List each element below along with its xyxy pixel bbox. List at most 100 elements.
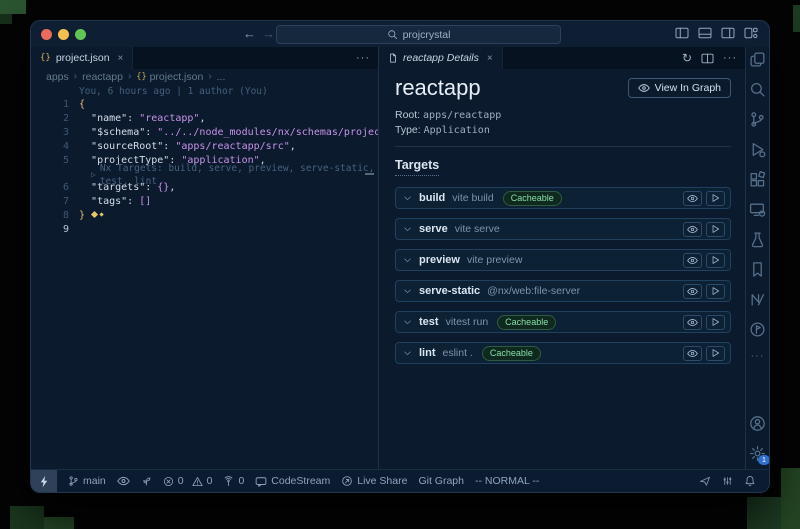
cacheable-badge: Cacheable bbox=[482, 346, 541, 361]
view-target-icon-button[interactable] bbox=[683, 284, 702, 299]
navigate-back-button[interactable]: ← bbox=[243, 26, 256, 42]
view-target-icon-button[interactable] bbox=[683, 346, 702, 361]
project-title: reactapp bbox=[395, 75, 481, 101]
editor-actions-more-icon[interactable]: ··· bbox=[723, 52, 737, 64]
search-icon[interactable] bbox=[749, 81, 766, 98]
code-line[interactable]: 3 "$schema": "../../node_modules/nx/sche… bbox=[31, 126, 378, 140]
git-branch-status[interactable]: main bbox=[68, 475, 106, 487]
nx-targets-codelens[interactable]: ▷Nx Targets: build, serve, preview, serv… bbox=[31, 168, 378, 181]
wallpaper-fragment bbox=[747, 497, 781, 529]
vim-mode-indicator[interactable]: -- NORMAL -- bbox=[475, 475, 539, 487]
errors-icon bbox=[163, 476, 174, 487]
codestream-activity-icon[interactable] bbox=[749, 321, 766, 338]
chevron-down-icon[interactable] bbox=[403, 349, 412, 357]
run-debug-icon[interactable] bbox=[749, 141, 766, 158]
warnings-icon bbox=[192, 476, 203, 487]
view-target-icon-button[interactable] bbox=[683, 253, 702, 268]
breadcrumb-item[interactable]: ... bbox=[217, 71, 226, 83]
feedback-icon[interactable] bbox=[699, 475, 711, 487]
target-row[interactable]: build vite build Cacheable bbox=[395, 187, 731, 209]
code-token: , bbox=[199, 113, 205, 124]
code-line[interactable]: 2 "name": "reactapp", bbox=[31, 112, 378, 126]
codestream-status[interactable]: CodeStream bbox=[255, 475, 330, 487]
toggle-secondary-sidebar-icon[interactable] bbox=[721, 27, 735, 39]
gitlens-toggle[interactable] bbox=[117, 476, 130, 486]
wallpaper-fragment bbox=[0, 0, 26, 14]
command-center-search[interactable]: projcrystal bbox=[276, 25, 561, 44]
code-line[interactable]: 7 "tags": [] bbox=[31, 195, 378, 209]
ports-status[interactable]: 0 bbox=[223, 475, 244, 487]
chevron-down-icon[interactable] bbox=[403, 256, 412, 264]
titlebar: ← → projcrystal bbox=[31, 21, 769, 47]
breadcrumb-item[interactable]: apps bbox=[46, 71, 69, 83]
run-target-icon-button[interactable] bbox=[706, 315, 725, 330]
view-in-graph-button[interactable]: View In Graph bbox=[628, 78, 731, 98]
code-line[interactable]: 4 "sourceRoot": "apps/reactapp/src", bbox=[31, 140, 378, 154]
branch-name: main bbox=[83, 475, 106, 487]
editor-group-left: {} project.json × ··· apps › reactapp › {}pr… bbox=[31, 47, 379, 470]
close-tab-icon[interactable]: × bbox=[118, 53, 124, 64]
code-token: : bbox=[145, 127, 157, 138]
remote-indicator[interactable] bbox=[31, 470, 57, 492]
run-target-icon-button[interactable] bbox=[706, 253, 725, 268]
breadcrumb-separator: › bbox=[128, 71, 131, 82]
breadcrumb[interactable]: apps › reactapp › {}project.json ›... bbox=[31, 69, 378, 84]
chevron-down-icon[interactable] bbox=[403, 287, 412, 295]
chevron-down-icon[interactable] bbox=[403, 318, 412, 326]
plant-icon[interactable] bbox=[141, 475, 152, 487]
view-target-icon-button[interactable] bbox=[683, 191, 702, 206]
editor-actions-more-icon[interactable]: ··· bbox=[356, 52, 370, 64]
source-control-icon[interactable] bbox=[749, 111, 766, 128]
tab-project-json[interactable]: {} project.json × bbox=[31, 47, 133, 69]
refresh-icon[interactable]: ↻ bbox=[682, 51, 692, 65]
split-editor-icon[interactable] bbox=[701, 53, 714, 64]
explorer-icon[interactable] bbox=[749, 51, 766, 68]
customize-layout-icon[interactable] bbox=[744, 27, 758, 39]
nx-console-icon[interactable] bbox=[749, 291, 766, 308]
breadcrumb-separator: › bbox=[74, 71, 77, 82]
settings-gear-icon[interactable]: 1 bbox=[749, 445, 766, 462]
code-line[interactable]: 8} bbox=[31, 209, 378, 223]
testing-beaker-icon[interactable] bbox=[749, 231, 766, 248]
chevron-down-icon[interactable] bbox=[403, 194, 412, 202]
remote-explorer-icon[interactable] bbox=[749, 201, 766, 218]
settings-badge: 1 bbox=[758, 455, 770, 465]
git-graph-status[interactable]: Git Graph bbox=[418, 475, 464, 487]
navigate-forward-button[interactable]: → bbox=[262, 26, 275, 42]
code-line[interactable]: 1{ bbox=[31, 98, 378, 112]
run-target-icon-button[interactable] bbox=[706, 346, 725, 361]
target-row[interactable]: preview vite preview bbox=[395, 249, 731, 271]
code-token bbox=[79, 141, 91, 152]
breadcrumb-separator: › bbox=[208, 71, 211, 82]
target-row[interactable]: test vitest run Cacheable bbox=[395, 311, 731, 333]
accounts-icon[interactable] bbox=[749, 415, 766, 432]
run-target-icon-button[interactable] bbox=[706, 284, 725, 299]
extensions-icon[interactable] bbox=[749, 171, 766, 188]
code-line[interactable]: 9 bbox=[31, 223, 378, 237]
formatter-icon[interactable] bbox=[722, 475, 733, 487]
close-tab-icon[interactable]: × bbox=[487, 53, 493, 64]
view-target-icon-button[interactable] bbox=[683, 222, 702, 237]
target-row[interactable]: serve vite serve bbox=[395, 218, 731, 240]
breadcrumb-item[interactable]: reactapp bbox=[82, 71, 123, 83]
close-window-button[interactable] bbox=[41, 29, 52, 40]
toggle-primary-sidebar-icon[interactable] bbox=[675, 27, 689, 39]
additional-views-icon[interactable]: ··· bbox=[751, 351, 765, 361]
problems-status[interactable]: 0 0 bbox=[163, 475, 213, 487]
chevron-down-icon[interactable] bbox=[403, 225, 412, 233]
target-command: vite build bbox=[452, 192, 493, 204]
tab-reactapp-details[interactable]: reactapp Details × bbox=[379, 47, 503, 69]
copilot-sparkle-icon bbox=[91, 211, 98, 218]
view-target-icon-button[interactable] bbox=[683, 315, 702, 330]
run-target-icon-button[interactable] bbox=[706, 222, 725, 237]
bell-icon[interactable] bbox=[744, 475, 756, 487]
zoom-window-button[interactable] bbox=[75, 29, 86, 40]
minimize-window-button[interactable] bbox=[58, 29, 69, 40]
target-row[interactable]: lint eslint . Cacheable bbox=[395, 342, 731, 364]
target-row[interactable]: serve-static @nx/web:file-server bbox=[395, 280, 731, 302]
live-share-status[interactable]: Live Share bbox=[341, 475, 407, 487]
bookmarks-icon[interactable] bbox=[749, 261, 766, 278]
toggle-panel-icon[interactable] bbox=[698, 27, 712, 39]
run-target-icon-button[interactable] bbox=[706, 191, 725, 206]
breadcrumb-item[interactable]: {}project.json bbox=[136, 71, 203, 83]
